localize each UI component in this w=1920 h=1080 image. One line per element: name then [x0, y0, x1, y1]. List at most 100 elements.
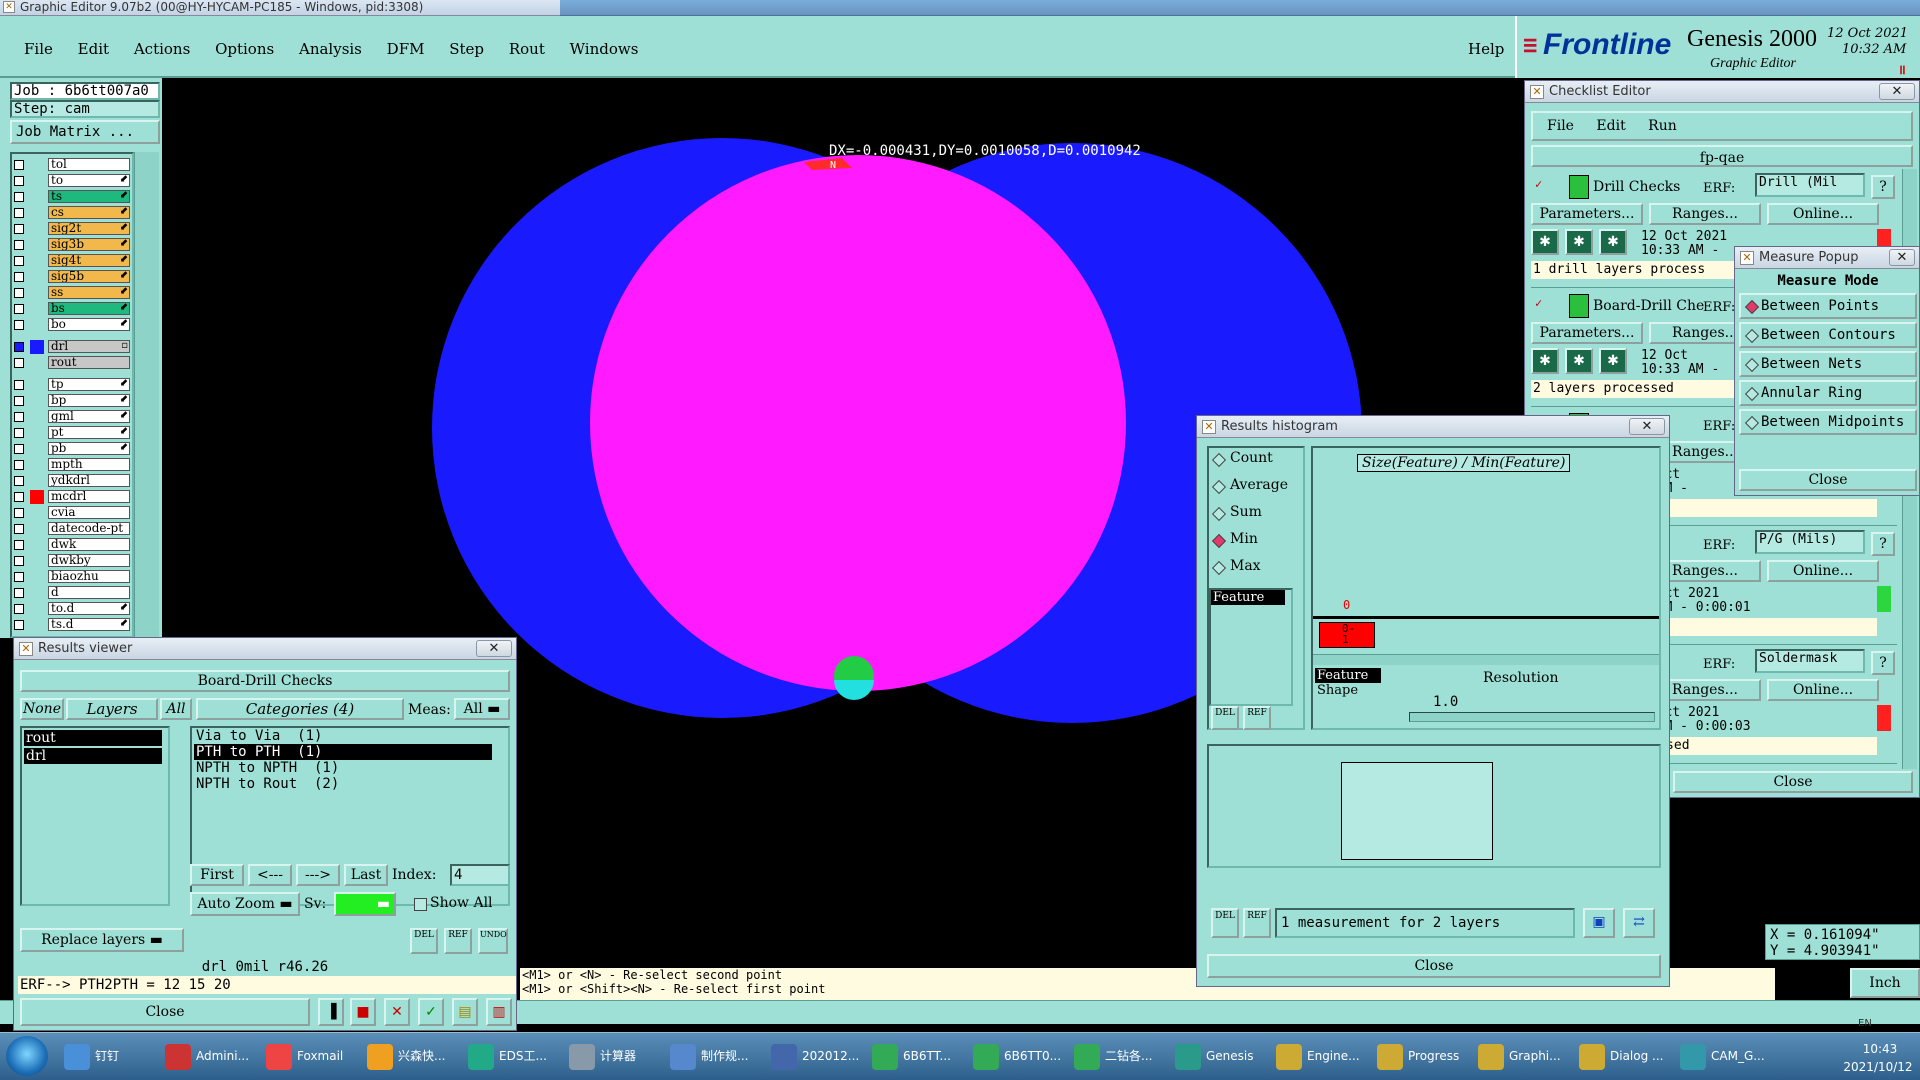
- layer-name[interactable]: d: [48, 586, 130, 599]
- checklist-row-run-icon[interactable]: ✱: [1531, 229, 1559, 255]
- taskbar-item[interactable]: 计算器: [569, 1036, 667, 1076]
- checklist-menu-edit[interactable]: Edit: [1596, 118, 1625, 134]
- histogram-stat-option[interactable]: Min: [1211, 531, 1320, 551]
- layer-row[interactable]: rout: [14, 356, 132, 370]
- checklist-row-check-icon[interactable]: ✓: [1535, 296, 1542, 310]
- layer-name[interactable]: cvia: [48, 506, 130, 519]
- layer-name[interactable]: mcdrl: [48, 490, 130, 503]
- taskbar-item[interactable]: Foxmail: [266, 1036, 364, 1076]
- checklist-row-name[interactable]: Drill Checks: [1593, 179, 1680, 195]
- layer-checkbox[interactable]: [14, 524, 24, 534]
- layer-name[interactable]: rout: [48, 356, 130, 369]
- results-ref-button[interactable]: REF: [444, 928, 472, 954]
- results-last-button[interactable]: Last: [344, 864, 388, 886]
- taskbar-item[interactable]: CAM_G...: [1680, 1036, 1778, 1076]
- results-layer-item[interactable]: drl: [24, 748, 162, 764]
- checklist-row-name[interactable]: Board-Drill Che: [1593, 298, 1704, 314]
- layer-row[interactable]: datecode-pt: [14, 522, 132, 536]
- layer-row[interactable]: biaozhu: [14, 570, 132, 584]
- layer-checkbox[interactable]: [14, 428, 24, 438]
- results-category-item[interactable]: NPTH to Rout (2): [194, 776, 492, 792]
- layer-row[interactable]: pb ⬋: [14, 442, 132, 456]
- layer-row[interactable]: tp ⬋: [14, 378, 132, 392]
- layer-checkbox[interactable]: [14, 342, 24, 352]
- menu-edit[interactable]: Edit: [78, 40, 109, 58]
- layer-row[interactable]: pt ⬋: [14, 426, 132, 440]
- checklist-row-run-icon[interactable]: ✱: [1531, 348, 1559, 374]
- layer-checkbox[interactable]: [14, 604, 24, 614]
- menu-file[interactable]: File: [24, 40, 53, 58]
- checklist-row-run-icon-3[interactable]: ✱: [1599, 229, 1627, 255]
- layer-checkbox[interactable]: [14, 476, 24, 486]
- layer-name[interactable]: ydkdrl: [48, 474, 130, 487]
- results-close-icon[interactable]: ✕: [476, 640, 512, 657]
- checklist-row-run-icon-2[interactable]: ✱: [1565, 229, 1593, 255]
- layer-row[interactable]: bo ⬋: [14, 318, 132, 332]
- results-category-item[interactable]: NPTH to NPTH (1): [194, 760, 492, 776]
- results-prev-button[interactable]: <---: [248, 864, 292, 886]
- layer-name[interactable]: dwkby: [48, 554, 130, 567]
- histogram-del-button-2[interactable]: DEL: [1211, 908, 1239, 938]
- tool-cross-icon[interactable]: ✕: [384, 998, 410, 1026]
- taskbar-item[interactable]: Admini...: [165, 1036, 263, 1076]
- layer-checkbox[interactable]: [14, 320, 24, 330]
- layer-row[interactable]: sig5b ⬋: [14, 270, 132, 284]
- measure-close-icon[interactable]: ✕: [1889, 249, 1915, 266]
- checklist-row-online-button[interactable]: Online...: [1767, 679, 1879, 701]
- layer-name[interactable]: cs: [48, 206, 130, 219]
- layer-checkbox[interactable]: [14, 508, 24, 518]
- layer-row[interactable]: bs ⬋: [14, 302, 132, 316]
- taskbar-item[interactable]: Dialog ...: [1579, 1036, 1677, 1076]
- results-sv-color-dropdown[interactable]: ▬: [334, 892, 396, 916]
- checklist-row-online-button[interactable]: Online...: [1767, 560, 1879, 582]
- histogram-close-icon[interactable]: ✕: [1629, 418, 1665, 435]
- tray-time[interactable]: 10:43: [1845, 1042, 1915, 1056]
- menu-windows[interactable]: Windows: [570, 40, 639, 58]
- layer-checkbox[interactable]: [14, 288, 24, 298]
- layer-checkbox[interactable]: [14, 240, 24, 250]
- layer-row[interactable]: tol: [14, 158, 132, 172]
- taskbar-item[interactable]: Graphi...: [1478, 1036, 1576, 1076]
- taskbar-item[interactable]: 兴森快...: [367, 1036, 465, 1076]
- layer-row[interactable]: sig4t ⬋: [14, 254, 132, 268]
- tool-chart-icon[interactable]: ▐: [318, 998, 344, 1026]
- layer-row[interactable]: dwkby: [14, 554, 132, 568]
- layer-row[interactable]: ss ⬋: [14, 286, 132, 300]
- histogram-stat-option[interactable]: Sum: [1211, 504, 1320, 524]
- results-layer-item[interactable]: rout: [24, 730, 162, 746]
- results-del-button[interactable]: DEL: [410, 928, 438, 954]
- taskbar-item[interactable]: Progress: [1377, 1036, 1475, 1076]
- results-none-button[interactable]: None: [20, 698, 64, 720]
- layer-checkbox[interactable]: [14, 588, 24, 598]
- layer-checkbox[interactable]: [14, 572, 24, 582]
- results-showall-checkbox[interactable]: [414, 898, 427, 911]
- measure-mode-option[interactable]: Annular Ring: [1739, 380, 1917, 406]
- checklist-row-run-icon-2[interactable]: ✱: [1565, 348, 1593, 374]
- layer-name[interactable]: sig3b: [48, 238, 130, 251]
- measure-mode-option[interactable]: Between Midpoints: [1739, 409, 1917, 435]
- layer-name[interactable]: pt: [48, 426, 130, 439]
- results-first-button[interactable]: First: [190, 864, 244, 886]
- taskbar-item[interactable]: 钉钉: [64, 1036, 162, 1076]
- histogram-hscrollbar[interactable]: [1313, 654, 1659, 665]
- layer-checkbox[interactable]: [14, 460, 24, 470]
- menu-analysis[interactable]: Analysis: [299, 40, 362, 58]
- layer-name[interactable]: to: [48, 174, 130, 187]
- results-all-button[interactable]: All: [160, 698, 192, 720]
- histogram-ref-button-2[interactable]: REF: [1243, 908, 1271, 938]
- job-matrix-button[interactable]: Job Matrix ...: [10, 120, 160, 144]
- layer-name[interactable]: to.d: [48, 602, 130, 615]
- layer-checkbox[interactable]: [14, 272, 24, 282]
- layer-row[interactable]: ts.d ⬋: [14, 618, 132, 632]
- layer-name[interactable]: datecode-pt: [48, 522, 130, 535]
- layer-row[interactable]: cs ⬋: [14, 206, 132, 220]
- layer-row[interactable]: dwk: [14, 538, 132, 552]
- checklist-row-help-button[interactable]: ?: [1871, 532, 1895, 556]
- layer-name[interactable]: sig4t: [48, 254, 130, 267]
- menu-step[interactable]: Step: [449, 40, 484, 58]
- taskbar-item[interactable]: 6B6TT...: [872, 1036, 970, 1076]
- layer-checkbox[interactable]: [14, 160, 24, 170]
- menu-help[interactable]: Help: [1468, 40, 1504, 58]
- checklist-row-help-button[interactable]: ?: [1871, 651, 1895, 675]
- layer-checkbox[interactable]: [14, 492, 24, 502]
